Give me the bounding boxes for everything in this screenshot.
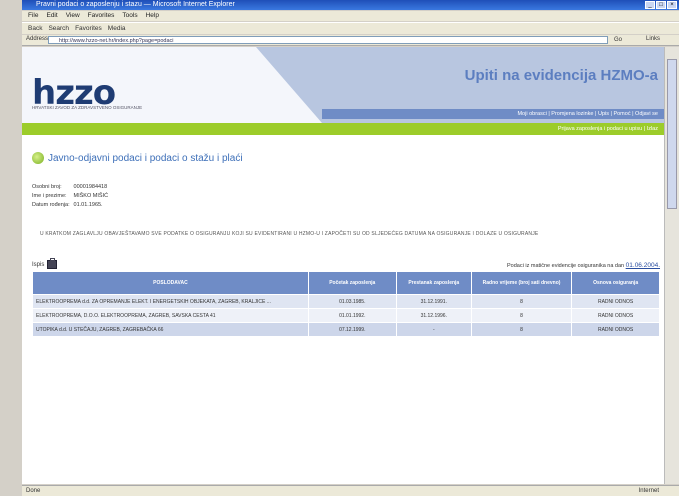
basis-cell: RADNI ODNOS bbox=[571, 322, 660, 337]
column-header: Osnova osiguranja bbox=[571, 271, 660, 295]
address-label: Address bbox=[26, 36, 49, 42]
bullet-icon bbox=[32, 152, 44, 164]
window-title: Pravni podaci o zaposlenju i stazu — Mic… bbox=[36, 1, 235, 8]
menu-tools[interactable]: Tools bbox=[122, 11, 137, 21]
status-text: Done bbox=[26, 488, 41, 494]
menu-edit[interactable]: Edit bbox=[46, 11, 57, 21]
info-row: Datum rođenja: 01.01.1965. bbox=[32, 202, 103, 208]
print-link[interactable]: Ispis bbox=[32, 258, 58, 269]
logo-subtitle: HRVATSKI ZAVOD ZA ZDRAVSTVENO OSIGURANJE bbox=[32, 105, 143, 110]
info-row: Ime i prezime: MIŠKO MIŠIĆ bbox=[32, 193, 108, 199]
end-date-cell: 31.12.1991. bbox=[395, 294, 472, 309]
employment-table: POSLODAVAC Početak zaposlenja Prestanak … bbox=[32, 271, 660, 337]
site-title: Upiti na evidencija HZMO-a bbox=[464, 67, 658, 84]
menu-view[interactable]: View bbox=[66, 11, 80, 21]
search-button[interactable]: Search bbox=[48, 23, 69, 34]
table-row[interactable]: ELEKTROOPREMA, D.O.O. ELEKTROOPREMA, ZAG… bbox=[32, 308, 660, 323]
hours-cell: 8 bbox=[470, 322, 573, 337]
table-header-row: POSLODAVAC Početak zaposlenja Prestanak … bbox=[32, 271, 660, 295]
column-header: Radno vrijeme (broj sati dnevno) bbox=[470, 271, 573, 295]
site-header: hzzo HRVATSKI ZAVOD ZA ZDRAVSTVENO OSIGU… bbox=[22, 47, 664, 123]
start-date-cell: 01.01.1992. bbox=[307, 308, 397, 323]
green-nav-bar: Prijava zaposlenja i podaci u upisu | Iz… bbox=[22, 123, 664, 135]
vertical-scrollbar[interactable] bbox=[664, 47, 679, 484]
basis-cell: RADNI ODNOS bbox=[571, 308, 660, 323]
date-note-text: Podaci iz matične evidencije osiguranika… bbox=[507, 263, 625, 269]
hours-cell: 8 bbox=[470, 294, 573, 309]
security-zone: Internet bbox=[638, 488, 659, 494]
column-header: Prestanak zaposlenja bbox=[395, 271, 472, 295]
hours-cell: 8 bbox=[470, 308, 573, 323]
close-button[interactable]: × bbox=[667, 1, 677, 9]
page-viewport: hzzo HRVATSKI ZAVOD ZA ZDRAVSTVENO OSIGU… bbox=[22, 47, 664, 484]
status-bar: Done Internet bbox=[22, 485, 679, 496]
date-note: Podaci iz matične evidencije osiguranika… bbox=[507, 262, 660, 269]
window-titlebar: Pravni podaci o zaposlenju i stazu — Mic… bbox=[22, 0, 679, 10]
go-button[interactable]: Go bbox=[614, 36, 640, 44]
address-bar: Address http://www.hzzo-net.hr/index.php… bbox=[22, 35, 679, 46]
links-button[interactable]: Links bbox=[646, 36, 660, 42]
date-link[interactable]: 01.06.2004. bbox=[626, 262, 660, 269]
minimize-button[interactable]: _ bbox=[645, 1, 655, 9]
start-date-cell: 07.12.1999. bbox=[307, 322, 397, 337]
notice-text: U KRATKOM ZAGLAVLJU OBAVJEŠTAVAMO SVE PO… bbox=[40, 231, 539, 237]
info-label: Osobni broj: bbox=[32, 184, 62, 190]
menu-bar: File Edit View Favorites Tools Help bbox=[22, 11, 679, 21]
start-date-cell: 01.03.1985. bbox=[307, 294, 397, 309]
page-title: Javno-odjavni podaci i podaci o stažu i … bbox=[32, 152, 243, 164]
site-nav[interactable]: Moji obrasci | Promjena lozinke | Upis |… bbox=[322, 109, 664, 119]
green-nav-links[interactable]: Prijava zaposlenja i podaci u upisu | Iz… bbox=[558, 123, 658, 135]
page-title-text: Javno-odjavni podaci i podaci o stažu i … bbox=[48, 152, 243, 164]
menu-file[interactable]: File bbox=[28, 11, 38, 21]
info-value: 00001984418 bbox=[73, 184, 108, 190]
info-value: 01.01.1965. bbox=[73, 202, 103, 208]
back-button[interactable]: Back bbox=[28, 23, 42, 34]
column-header: POSLODAVAC bbox=[32, 271, 309, 295]
table-row[interactable]: UTOPIKA d.d. U STEČAJU, ZAGREB, ZAGREBAČ… bbox=[32, 322, 660, 337]
info-label: Datum rođenja: bbox=[32, 202, 70, 208]
info-value: MIŠKO MIŠIĆ bbox=[73, 193, 109, 199]
browser-toolbar: Back Search Favorites Media bbox=[22, 22, 679, 34]
window-controls: _ □ × bbox=[645, 1, 677, 9]
column-header: Početak zaposlenja bbox=[307, 271, 397, 295]
address-input[interactable]: http://www.hzzo-net.hr/index.php?page=po… bbox=[48, 36, 608, 44]
employer-cell: ELEKTROOPREMA d.d. ZA OPREMANJE ELEKT. I… bbox=[32, 294, 309, 309]
maximize-button[interactable]: □ bbox=[656, 1, 666, 9]
table-row[interactable]: ELEKTROOPREMA d.d. ZA OPREMANJE ELEKT. I… bbox=[32, 294, 660, 309]
end-date-cell: 31.12.1996. bbox=[395, 308, 472, 323]
info-row: Osobni broj: 00001984418 bbox=[32, 184, 107, 190]
menu-help[interactable]: Help bbox=[146, 11, 159, 21]
menu-favorites[interactable]: Favorites bbox=[88, 11, 115, 21]
favorites-button[interactable]: Favorites bbox=[75, 23, 102, 34]
browser-window: Pravni podaci o zaposlenju i stazu — Mic… bbox=[0, 0, 679, 496]
print-label: Ispis bbox=[32, 261, 45, 268]
employer-cell: ELEKTROOPREMA, D.O.O. ELEKTROOPREMA, ZAG… bbox=[32, 308, 309, 323]
employer-cell: UTOPIKA d.d. U STEČAJU, ZAGREB, ZAGREBAČ… bbox=[32, 322, 309, 337]
info-label: Ime i prezime: bbox=[32, 193, 67, 199]
printer-icon[interactable] bbox=[47, 258, 58, 269]
basis-cell: RADNI ODNOS bbox=[571, 294, 660, 309]
end-date-cell: - bbox=[395, 322, 472, 337]
scrollbar-thumb[interactable] bbox=[667, 59, 677, 209]
media-button[interactable]: Media bbox=[108, 23, 126, 34]
